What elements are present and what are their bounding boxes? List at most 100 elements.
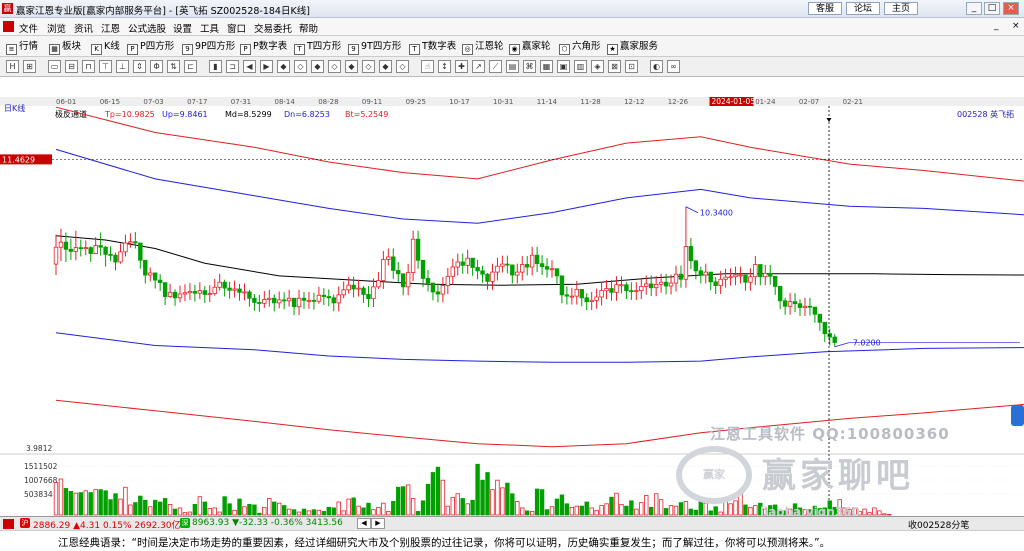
draw-tool-icon[interactable]: ◇	[328, 60, 341, 73]
gann-wheel-icon: ◎	[462, 44, 473, 55]
date-tick-label: 11-28	[580, 98, 600, 106]
mdi-minimize-icon[interactable]: _	[994, 21, 999, 31]
volume-bar	[301, 508, 307, 516]
draw-tool-icon[interactable]: ⊞	[23, 60, 36, 73]
scroll-handle[interactable]	[1011, 405, 1024, 426]
t-square-button[interactable]: T T四方形	[294, 39, 341, 55]
volume-bar	[336, 501, 341, 516]
draw-tool-icon[interactable]: ↕	[438, 60, 451, 73]
date-tick-label: 08-28	[318, 98, 338, 106]
menu-file[interactable]: 文件	[19, 21, 38, 35]
draw-tool-icon[interactable]: ⇅	[167, 60, 180, 73]
p-table-button[interactable]: P P数字表	[240, 39, 287, 55]
menu-help[interactable]: 帮助	[299, 21, 318, 35]
draw-tool-icon[interactable]: ◇	[294, 60, 307, 73]
candle-body	[257, 302, 262, 304]
volume-bar	[604, 503, 609, 516]
draw-tool-icon[interactable]: ◇	[396, 60, 409, 73]
menu-gann[interactable]: 江恩	[101, 21, 120, 35]
9p-square-button[interactable]: 9 9P四方形	[182, 39, 235, 55]
annotation-pointer	[834, 342, 849, 348]
draw-tool-icon[interactable]: ◆	[311, 60, 324, 73]
draw-tool-icon[interactable]: ◆	[379, 60, 392, 73]
draw-tool-icon[interactable]: ▥	[574, 60, 587, 73]
p-square-button[interactable]: P P四方形	[127, 39, 174, 55]
date-tick-label: 09-25	[406, 98, 426, 106]
winner-service-button[interactable]: ★ 赢家服务	[607, 39, 658, 55]
draw-tool-icon[interactable]: ◆	[277, 60, 290, 73]
draw-tool-icon[interactable]: ▭	[48, 60, 61, 73]
candle-body	[723, 276, 728, 280]
date-tick-label: 09-11	[362, 98, 382, 106]
winner-wheel-button[interactable]: ◉ 赢家轮	[509, 39, 551, 55]
draw-tool-icon[interactable]: ◈	[591, 60, 604, 73]
minimize-icon[interactable]: _	[966, 2, 982, 15]
status-scroll-right-icon[interactable]: ▶	[371, 518, 385, 529]
draw-tool-icon[interactable]: ▶	[260, 60, 273, 73]
candle-body	[267, 297, 272, 300]
date-tick-label: 06-01	[56, 98, 76, 106]
candle-body	[252, 297, 257, 303]
menu-news[interactable]: 资讯	[74, 21, 93, 35]
draw-tool-icon[interactable]: ⊓	[82, 60, 95, 73]
draw-tool-icon[interactable]: ✚	[455, 60, 468, 73]
menu-browse[interactable]: 浏览	[47, 21, 66, 35]
draw-tool-icon[interactable]: ◆	[345, 60, 358, 73]
mdi-close-icon[interactable]: ×	[1012, 21, 1020, 31]
draw-tool-icon[interactable]: ◇	[362, 60, 375, 73]
draw-tool-icon[interactable]: ↗	[472, 60, 485, 73]
menu-tools[interactable]: 工具	[200, 21, 219, 35]
draw-tool-icon[interactable]: ▣	[557, 60, 570, 73]
sz-index-value[interactable]: 8963.93 ▼-32.33 -0.36% 3413.56	[192, 518, 343, 528]
draw-tool-icon[interactable]: H	[6, 60, 19, 73]
candle-body	[430, 282, 436, 293]
home-button[interactable]: 主页	[884, 2, 919, 15]
draw-tool-icon[interactable]: ∞	[667, 60, 680, 73]
forum-button[interactable]: 论坛	[846, 2, 881, 15]
gann-wheel-button[interactable]: ◎ 江恩轮	[462, 39, 504, 55]
draw-tool-icon[interactable]: ⊐	[226, 60, 239, 73]
draw-tool-icon[interactable]: ▦	[540, 60, 553, 73]
draw-tool-icon[interactable]: ⊥	[116, 60, 129, 73]
low-price-annotation: 7.0200	[853, 339, 881, 348]
app-menu-icon[interactable]	[3, 21, 14, 32]
draw-tool-icon[interactable]: ⊤	[99, 60, 112, 73]
menu-window[interactable]: 窗口	[227, 21, 246, 35]
title-bar: 赢 赢家江恩专业版[赢家内部服务平台] - [英飞拓 SZ002528-184日…	[0, 0, 1024, 18]
draw-tool-icon[interactable]: ⊡	[625, 60, 638, 73]
draw-tool-icon[interactable]: ⊏	[184, 60, 197, 73]
kline-button[interactable]: K K线	[91, 39, 120, 55]
volume-bar	[262, 506, 267, 516]
draw-tool-icon[interactable]: Φ	[150, 60, 163, 73]
candle-body	[520, 264, 525, 273]
draw-tool-icon[interactable]: ◀	[243, 60, 256, 73]
quotes-button[interactable]: ≡ 行情	[6, 39, 38, 55]
draw-tool-icon[interactable]: ⌘	[523, 60, 536, 73]
draw-tool-icon[interactable]: ⊟	[65, 60, 78, 73]
draw-tool-icon[interactable]: ▮	[209, 60, 222, 73]
menu-formula-select[interactable]: 公式选股	[128, 21, 166, 35]
t-table-button[interactable]: T T数字表	[409, 39, 456, 55]
status-scroll-left-icon[interactable]: ◀	[357, 518, 371, 529]
draw-tool-icon[interactable]: ⇕	[133, 60, 146, 73]
menu-settings[interactable]: 设置	[173, 21, 192, 35]
volume-bar	[634, 508, 639, 516]
volume-tick-label: 1511502	[24, 462, 58, 471]
volume-bar	[157, 501, 163, 516]
indicator-bt: Bt=5.2549	[345, 110, 388, 119]
volume-bar	[574, 505, 579, 516]
draw-tool-icon[interactable]: ◐	[650, 60, 663, 73]
sectors-button[interactable]: ▦ 板块	[49, 39, 81, 55]
menu-trade[interactable]: 交易委托	[254, 21, 292, 35]
9t-square-button[interactable]: 9 9T四方形	[348, 39, 401, 55]
maximize-icon[interactable]: □	[984, 2, 1000, 15]
volume-bar	[465, 503, 470, 516]
draw-tool-icon[interactable]: ⟋	[489, 60, 502, 73]
draw-tool-icon[interactable]: ▤	[506, 60, 519, 73]
hexagon-button[interactable]: ⬡ 六角形	[559, 39, 601, 55]
close-icon[interactable]: ×	[1003, 2, 1019, 15]
volume-bar	[435, 466, 441, 516]
service-button[interactable]: 客服	[808, 2, 843, 15]
draw-tool-icon[interactable]: ☝	[421, 60, 434, 73]
draw-tool-icon[interactable]: ⊠	[608, 60, 621, 73]
